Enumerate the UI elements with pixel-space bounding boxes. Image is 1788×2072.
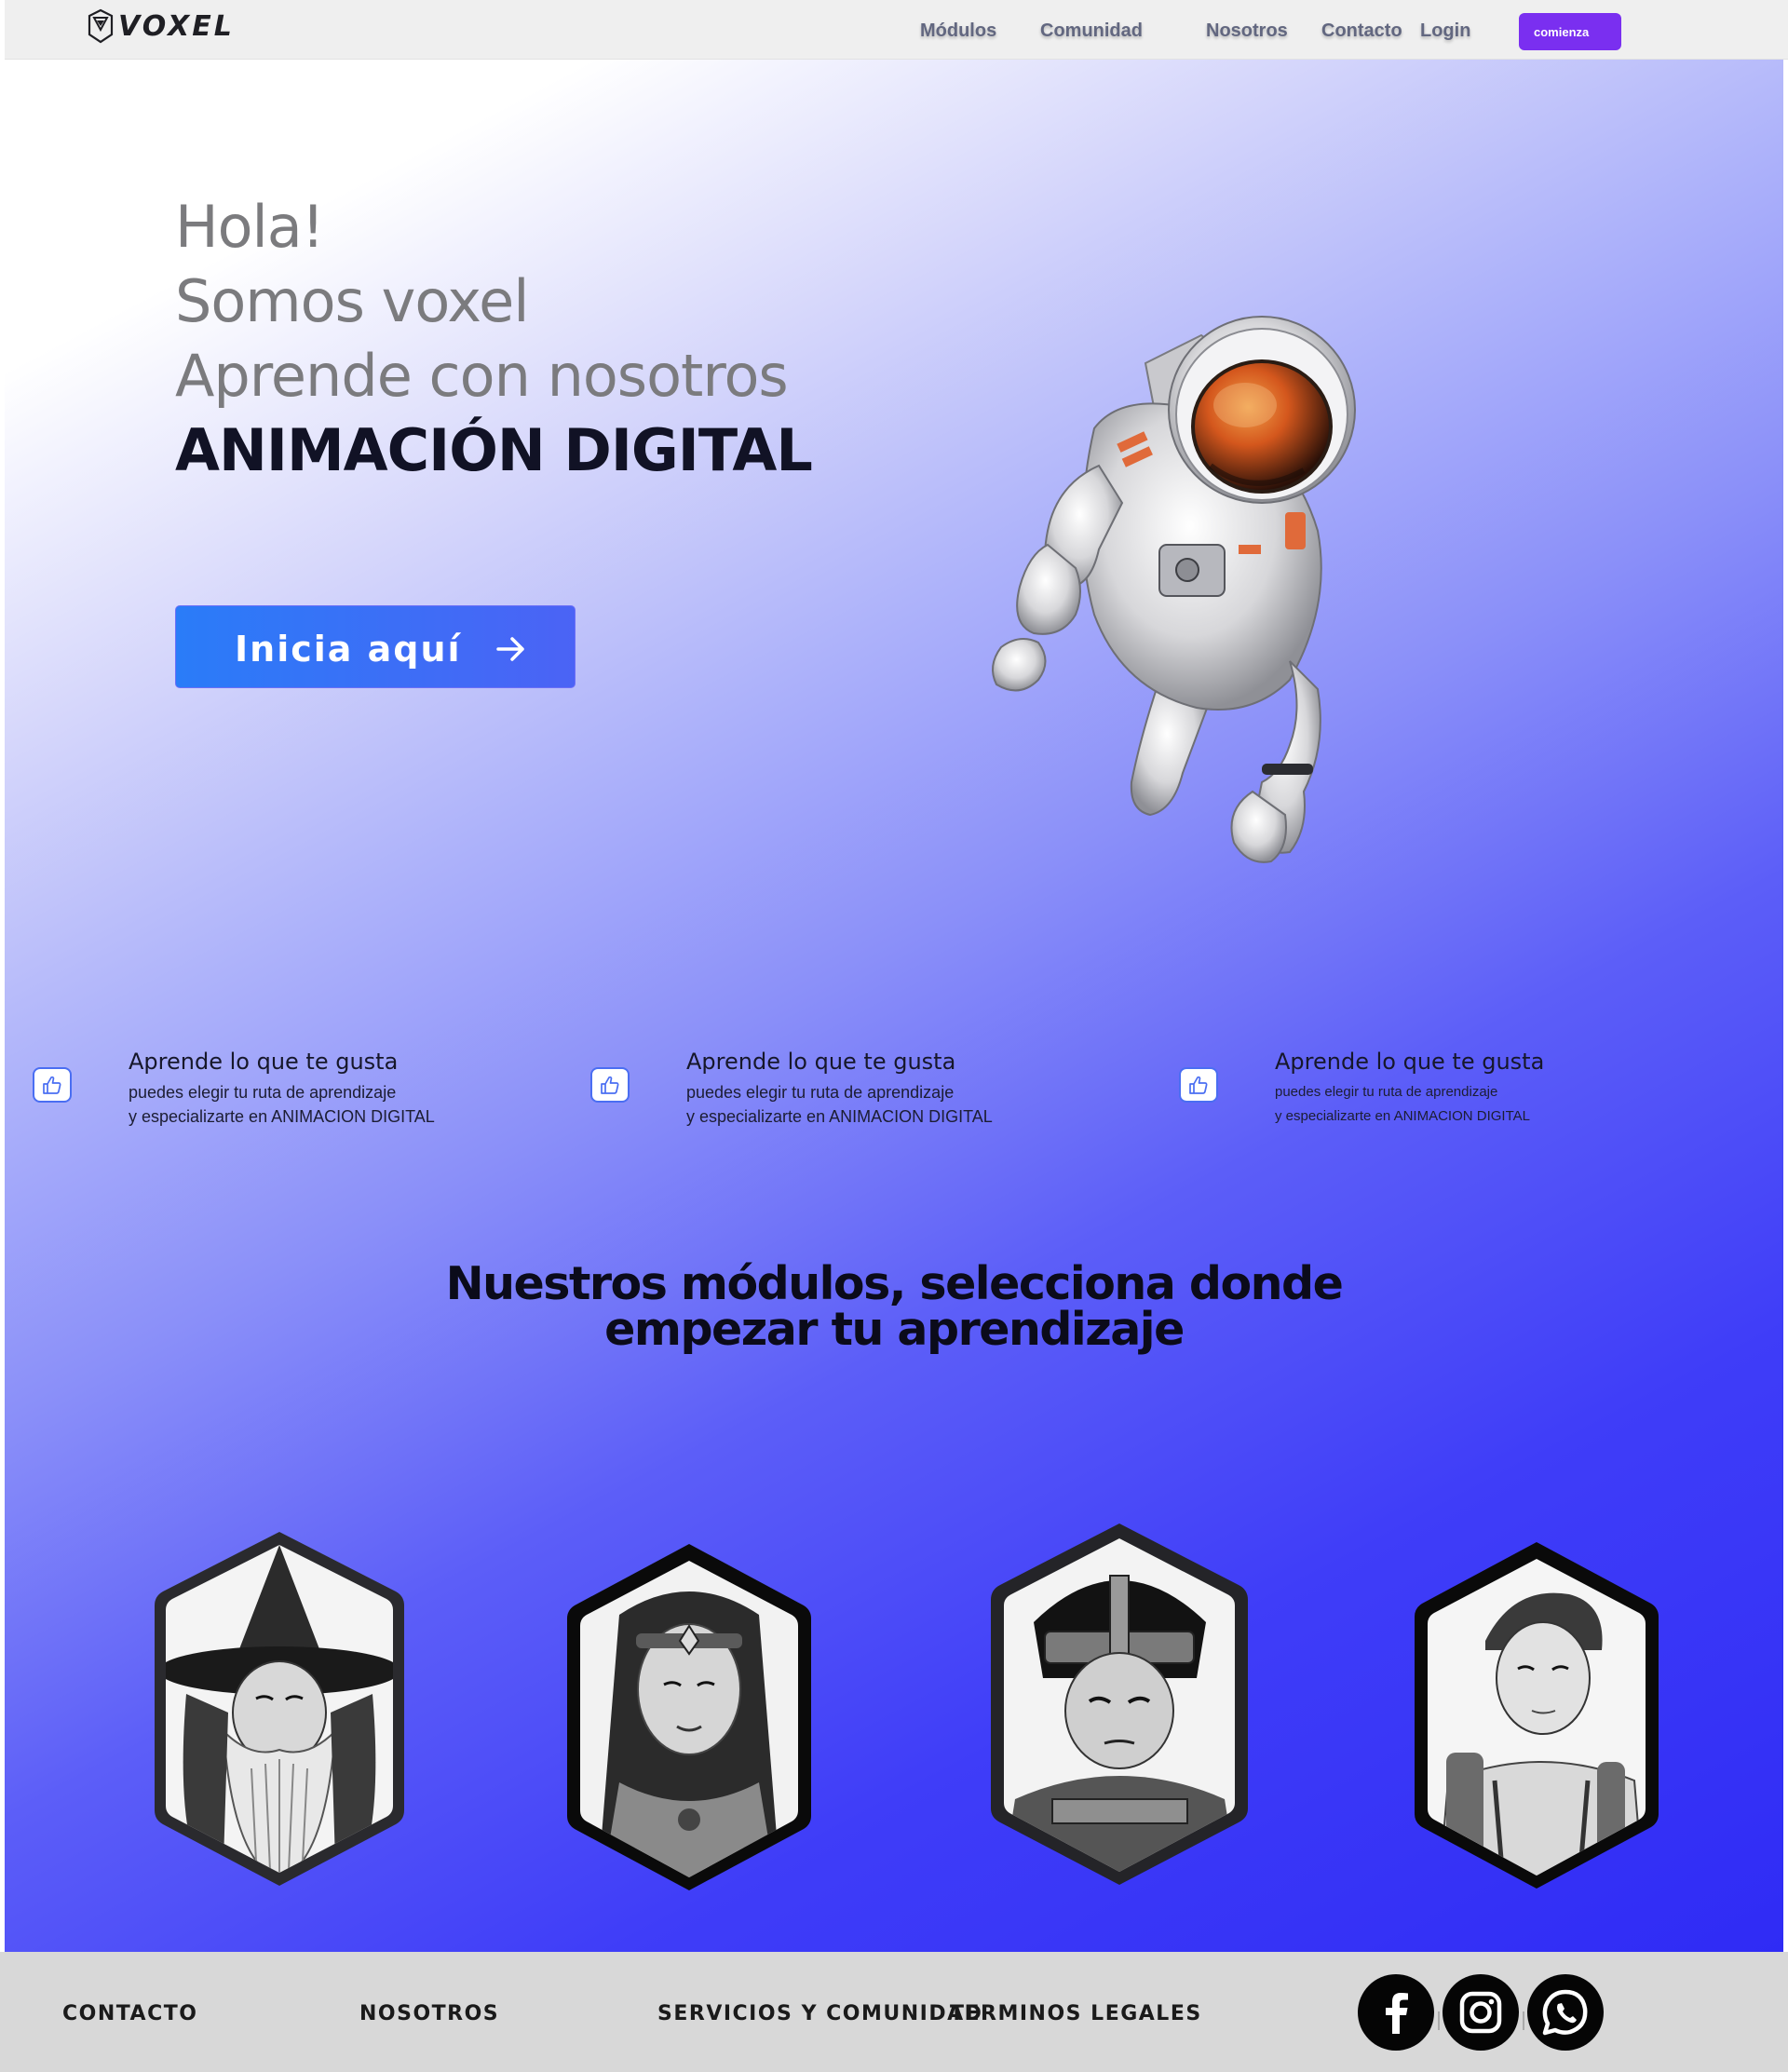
- module-card-warrior-woman[interactable]: [563, 1540, 815, 1894]
- footer-link-servicios[interactable]: SERVICIOS Y COMUNIDAD: [657, 2002, 982, 2025]
- warrior-woman-portrait-icon: [567, 1544, 811, 1890]
- feature-title: Aprende lo que te gusta: [129, 1049, 399, 1075]
- footer-link-contacto[interactable]: CONTACTO: [62, 2002, 197, 2025]
- social-divider: [1523, 2011, 1524, 2030]
- feature-description: puedes elegir tu ruta de aprendizaje y e…: [1275, 1080, 1530, 1129]
- brand[interactable]: VOXEL: [87, 7, 235, 45]
- module-card-explorer[interactable]: [1411, 1538, 1662, 1892]
- inicia-aqui-button[interactable]: Inicia aquí: [175, 605, 576, 688]
- module-card-wizard[interactable]: [149, 1526, 410, 1889]
- feature-title: Aprende lo que te gusta: [686, 1049, 956, 1075]
- hero-line-greeting: Hola!: [175, 193, 325, 261]
- modules-title: Nuestros módulos, selecciona donde empez…: [424, 1261, 1364, 1352]
- modules-title-line: Nuestros módulos, selecciona donde: [445, 1257, 1344, 1310]
- inicia-aqui-label: Inicia aquí: [235, 629, 462, 670]
- nav-link-modulos[interactable]: Módulos: [920, 20, 996, 42]
- page: VOXEL Módulos Comunidad Nosotros Contact…: [0, 0, 1788, 2072]
- brand-name: VOXEL: [118, 9, 235, 43]
- hero-title: Hola! Somos voxel Aprende con nosotros A…: [175, 190, 813, 488]
- nav-link-nosotros[interactable]: Nosotros: [1206, 20, 1288, 42]
- instagram-icon[interactable]: [1443, 1974, 1519, 2051]
- nav-link-login[interactable]: Login: [1420, 20, 1470, 42]
- module-card-gladiator[interactable]: [987, 1520, 1253, 1888]
- feature-title: Aprende lo que te gusta: [1275, 1049, 1545, 1075]
- explorer-boy-portrait-icon: [1415, 1542, 1659, 1889]
- hero-line-name: Somos voxel: [175, 267, 529, 335]
- navbar: VOXEL Módulos Comunidad Nosotros Contact…: [5, 0, 1788, 60]
- wizard-portrait-icon: [155, 1532, 404, 1886]
- feature-desc-line: y especializarte en ANIMACION DIGITAL: [686, 1107, 993, 1126]
- feature-description: puedes elegir tu ruta de aprendizaje y e…: [129, 1080, 435, 1129]
- arrow-right-icon: [496, 637, 524, 661]
- hero-line-learn: Aprende con nosotros: [175, 342, 789, 410]
- whatsapp-icon[interactable]: [1527, 1974, 1604, 2051]
- astronaut-illustration: [992, 316, 1356, 863]
- gladiator-portrait-icon: [991, 1524, 1248, 1885]
- hero-line-highlight: ANIMACIÓN DIGITAL: [175, 416, 813, 484]
- modules-title-line: empezar tu aprendizaje: [604, 1303, 1185, 1356]
- footer-link-terminos-legales[interactable]: TERMINOS LEGALES: [950, 2002, 1202, 2025]
- feature-description: puedes elegir tu ruta de aprendizaje y e…: [686, 1080, 993, 1129]
- thumbs-up-icon: [1179, 1067, 1218, 1103]
- facebook-icon[interactable]: [1358, 1974, 1434, 2051]
- thumbs-up-icon: [33, 1067, 72, 1103]
- feature-desc-line: puedes elegir tu ruta de aprendizaje: [129, 1083, 397, 1102]
- main-gradient-section: Hola! Somos voxel Aprende con nosotros A…: [5, 60, 1783, 1952]
- feature-desc-line: y especializarte en ANIMACION DIGITAL: [1275, 1108, 1530, 1124]
- social-divider: [1438, 2011, 1440, 2030]
- nav-link-comunidad[interactable]: Comunidad: [1040, 20, 1143, 42]
- footer-link-nosotros[interactable]: NOSOTROS: [359, 2002, 499, 2025]
- thumbs-up-icon: [590, 1067, 630, 1103]
- footer: CONTACTO NOSOTROS SERVICIOS Y COMUNIDAD …: [0, 1952, 1788, 2072]
- nav-link-contacto[interactable]: Contacto: [1321, 20, 1402, 42]
- comienza-button[interactable]: comienza: [1519, 13, 1621, 50]
- voxel-logo-icon: [88, 8, 114, 44]
- feature-desc-line: puedes elegir tu ruta de aprendizaje: [1275, 1084, 1498, 1100]
- feature-desc-line: puedes elegir tu ruta de aprendizaje: [686, 1083, 955, 1102]
- feature-desc-line: y especializarte en ANIMACION DIGITAL: [129, 1107, 435, 1126]
